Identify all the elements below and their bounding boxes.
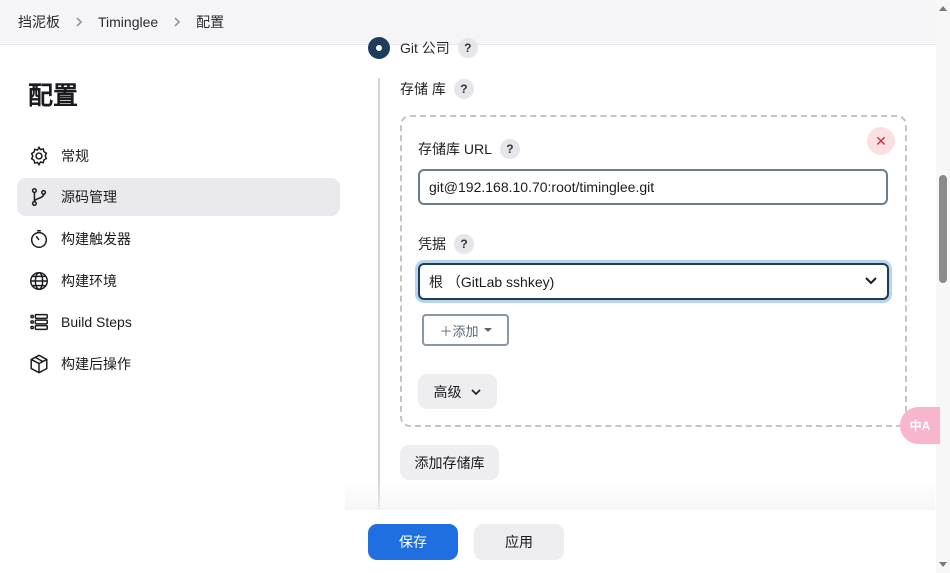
scm-option-label: Git 公司	[400, 40, 450, 56]
package-icon	[28, 353, 50, 375]
page-title: 配置	[28, 82, 79, 110]
advanced-label: 高级	[433, 383, 462, 400]
timer-icon	[28, 228, 50, 250]
repositories-label: 存储 库 ?	[400, 79, 474, 99]
breadcrumb-item-dashboard[interactable]: 挡泥板	[18, 12, 60, 32]
list-icon	[28, 311, 50, 333]
sidebar-item-label: 构建触发器	[61, 231, 131, 247]
breadcrumb-item-project[interactable]: Timinglee	[98, 14, 158, 30]
save-button[interactable]: 保存	[368, 524, 458, 560]
breadcrumb-item-configure[interactable]: 配置	[196, 12, 224, 32]
repo-url-label: 存储库 URL ?	[418, 139, 520, 159]
scroll-down-arrow-icon[interactable]	[939, 562, 947, 567]
sidebar-item-label: 构建后操作	[61, 356, 131, 372]
credentials-selected-value: 根 （GitLab sshkey)	[429, 273, 555, 290]
chevron-right-icon	[172, 17, 182, 27]
branch-icon	[28, 186, 50, 208]
scroll-up-arrow-icon[interactable]	[939, 6, 947, 11]
radio-selected-icon[interactable]	[368, 37, 390, 59]
credentials-label-text: 凭据	[418, 236, 446, 252]
remove-repository-button[interactable]: ✕	[867, 127, 895, 155]
sidebar-item-environment[interactable]: 构建环境	[17, 262, 340, 300]
repositories-label-text: 存储 库	[400, 81, 446, 97]
sidebar-item-post-build[interactable]: 构建后操作	[17, 345, 340, 383]
sidebar-item-general[interactable]: 常规	[17, 137, 340, 175]
sidebar-item-triggers[interactable]: 构建触发器	[17, 220, 340, 258]
scm-option-git[interactable]: Git 公司 ?	[368, 37, 478, 59]
sidebar-item-label: 源码管理	[61, 189, 117, 205]
repo-url-input[interactable]	[418, 169, 888, 205]
help-icon[interactable]: ?	[499, 139, 520, 159]
add-credentials-button[interactable]: ＋添加	[422, 314, 509, 346]
credentials-select[interactable]: 根 （GitLab sshkey)	[418, 263, 889, 300]
sidebar-item-label: 常规	[61, 148, 89, 164]
credentials-label: 凭据 ?	[418, 234, 474, 254]
sidebar-item-label: Build Steps	[61, 314, 132, 330]
section-guide-line	[378, 78, 380, 518]
form-footer	[0, 510, 936, 573]
caret-down-icon	[483, 328, 492, 332]
repo-url-label-text: 存储库 URL	[418, 141, 492, 157]
chevron-down-icon	[470, 388, 481, 395]
apply-button[interactable]: 应用	[474, 524, 564, 560]
gear-icon	[28, 145, 50, 167]
sidebar-item-label: 构建环境	[61, 273, 117, 289]
chevron-right-icon	[74, 17, 84, 27]
chevron-down-icon	[864, 273, 878, 290]
translate-icon[interactable]: 中A	[900, 407, 940, 444]
help-icon[interactable]: ?	[453, 79, 474, 99]
sidebar-item-scm[interactable]: 源码管理	[17, 178, 340, 216]
sidebar-item-build-steps[interactable]: Build Steps	[17, 303, 340, 341]
add-repository-button[interactable]: 添加存储库	[400, 445, 499, 480]
advanced-button[interactable]: 高级	[418, 374, 497, 409]
globe-icon	[28, 270, 50, 292]
scroll-thumb[interactable]	[939, 175, 947, 283]
add-credentials-label: ＋添加	[439, 323, 479, 339]
help-icon[interactable]: ?	[454, 234, 474, 254]
vertical-scrollbar[interactable]	[936, 0, 950, 573]
help-icon[interactable]: ?	[457, 38, 478, 58]
